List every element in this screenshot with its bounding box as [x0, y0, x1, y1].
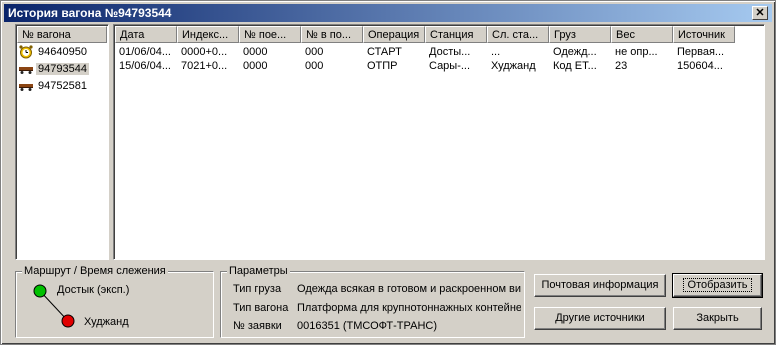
- table-cell: 0000+0...: [181, 46, 228, 58]
- route-end-label: Худжанд: [84, 316, 129, 328]
- table-cell: 150604...: [677, 60, 723, 72]
- route-start-marker: [33, 284, 47, 298]
- table-cell: 7021+0...: [181, 60, 228, 72]
- column-header-source[interactable]: Источник: [673, 26, 735, 43]
- table-cell: 01/06/04...: [119, 46, 171, 58]
- table-cell: не опр...: [615, 46, 658, 58]
- wagon-type-value: Платформа для крупнотоннажных контейне: [297, 302, 521, 314]
- wagon-type-label: Тип вагона: [233, 302, 289, 314]
- wagon-number: 94793544: [36, 63, 89, 75]
- column-header-weight[interactable]: Вес: [611, 26, 673, 43]
- request-number-value: 0016351 (ТМСОФТ-ТРАНС): [297, 320, 438, 332]
- column-header-cargo[interactable]: Груз: [549, 26, 611, 43]
- table-cell: ОТПР: [367, 60, 398, 72]
- wagon-item-94640950[interactable]: 94640950: [18, 44, 89, 60]
- table-cell: 23: [615, 60, 628, 72]
- mail-info-button[interactable]: Почтовая информация: [534, 274, 666, 297]
- request-number-label: № заявки: [233, 320, 282, 332]
- other-sources-button[interactable]: Другие источники: [534, 307, 666, 330]
- history-window: История вагона №94793544 ✕ № вагона 9464…: [0, 0, 776, 345]
- table-cell: СТАРТ: [367, 46, 402, 58]
- close-button[interactable]: Закрыть: [673, 307, 762, 330]
- table-cell: Досты...: [429, 46, 471, 58]
- close-icon: ✕: [755, 7, 765, 19]
- route-start-label: Достык (эксп.): [57, 284, 130, 296]
- alarm-clock-icon: [18, 45, 34, 59]
- wagon-number: 94752581: [38, 80, 87, 92]
- title-bar: История вагона №94793544 ✕: [4, 4, 772, 22]
- parameters-panel: Параметры Тип груза Одежда всякая в гото…: [220, 264, 525, 338]
- cargo-type-value: Одежда всякая в готовом и раскроенном ви: [297, 283, 521, 295]
- column-header-next-station[interactable]: Сл. ста...: [487, 26, 549, 43]
- wagon-list[interactable]: № вагона 94640950 94793544 94752581: [15, 24, 109, 260]
- table-cell: 000: [305, 60, 324, 72]
- table-cell: Худжанд: [491, 60, 536, 72]
- table-cell: Сары-...: [429, 60, 471, 72]
- history-grid[interactable]: Дата Индекс... № пое... № в по... Операц…: [113, 24, 765, 260]
- column-header-train-number[interactable]: № пое...: [239, 26, 301, 43]
- column-header-position[interactable]: № в по...: [301, 26, 363, 43]
- table-cell: ...: [491, 46, 501, 58]
- column-header-date[interactable]: Дата: [115, 26, 177, 43]
- column-header-index[interactable]: Индекс...: [177, 26, 239, 43]
- table-cell: 0000: [243, 46, 268, 58]
- display-button-label: Отобразить: [682, 278, 753, 292]
- railcar-icon: [18, 62, 34, 76]
- cargo-type-label: Тип груза: [233, 283, 282, 295]
- wagon-item-94752581[interactable]: 94752581: [18, 78, 89, 94]
- table-cell: 000: [305, 46, 324, 58]
- parameters-panel-title: Параметры: [227, 264, 290, 278]
- window-title: История вагона №94793544: [8, 6, 172, 20]
- wagon-number: 94640950: [38, 46, 87, 58]
- table-cell: Код ЕТ...: [553, 60, 597, 72]
- railcar-icon: [18, 79, 34, 93]
- column-header-operation[interactable]: Операция: [363, 26, 425, 43]
- wagon-item-94793544[interactable]: 94793544: [18, 61, 89, 77]
- table-cell: 0000: [243, 60, 268, 72]
- route-panel: Маршрут / Время слежения Достык (эксп.) …: [15, 264, 214, 338]
- route-end-marker: [61, 314, 75, 328]
- wagon-list-header[interactable]: № вагона: [17, 26, 107, 43]
- table-cell: 15/06/04...: [119, 60, 171, 72]
- column-header-station[interactable]: Станция: [425, 26, 487, 43]
- display-button[interactable]: Отобразить: [672, 273, 763, 298]
- close-window-button[interactable]: ✕: [752, 6, 768, 20]
- table-cell: Первая...: [677, 46, 725, 58]
- table-cell: Одежд...: [553, 46, 597, 58]
